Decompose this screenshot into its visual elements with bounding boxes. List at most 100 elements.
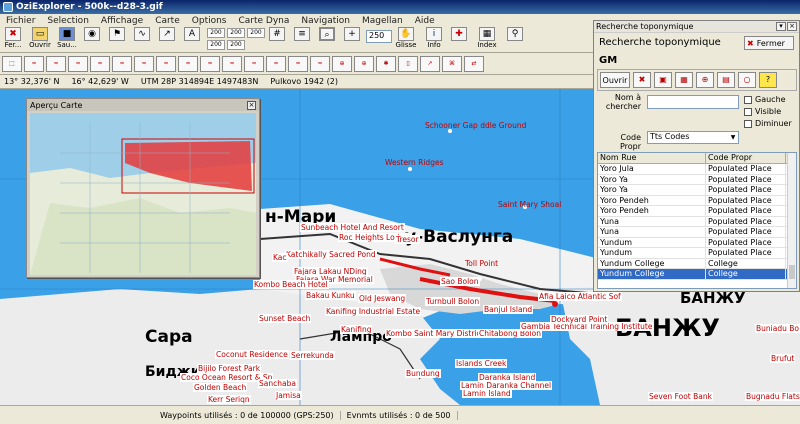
- tool-icon-18[interactable]: ✱: [376, 55, 396, 72]
- map-label[interactable]: Banjul Island: [483, 305, 534, 314]
- menu-selection[interactable]: Selection: [47, 16, 88, 26]
- map-label[interactable]: Saint Mary Shoal: [498, 200, 561, 209]
- code-select[interactable]: Tts Codes ▼: [647, 131, 739, 144]
- name-search-input[interactable]: [647, 95, 739, 109]
- tool-icon-22[interactable]: ⇄: [464, 55, 484, 72]
- help-icon[interactable]: ?: [759, 72, 777, 88]
- tool-icon-13[interactable]: ≈: [266, 55, 286, 72]
- tool-icon-9[interactable]: ≈: [178, 55, 198, 72]
- menu-affichage[interactable]: Affichage: [101, 16, 143, 26]
- track-tool-button[interactable]: ∿: [131, 27, 153, 41]
- event-tool-button[interactable]: ⚑: [106, 27, 128, 41]
- table-row[interactable]: Yoro Pendeh Populated Place: [598, 206, 796, 217]
- table-row[interactable]: Yundum Populated Place: [598, 248, 796, 259]
- panel-open-button[interactable]: Ouvrir: [600, 72, 630, 88]
- place-search-panel[interactable]: Recherche toponymique ▾ × Recherche topo…: [593, 20, 800, 292]
- tool-icon-3[interactable]: ≈: [46, 55, 66, 72]
- table-row[interactable]: Yoro Ya Populated Place: [598, 185, 796, 196]
- column-header-code[interactable]: Code Propr: [706, 153, 786, 163]
- tool-icon-4[interactable]: ≈: [68, 55, 88, 72]
- panel-minimize-icon[interactable]: ▾: [776, 22, 786, 31]
- tool-icon-14[interactable]: ≈: [288, 55, 308, 72]
- menu-options[interactable]: Options: [192, 16, 227, 26]
- map-label[interactable]: Dockyard Point: [550, 315, 609, 324]
- target-icon[interactable]: ⊕: [696, 72, 714, 88]
- table-row[interactable]: Yoro Pendeh Populated Place: [598, 195, 796, 206]
- map-icon[interactable]: ▤: [717, 72, 735, 88]
- circle-icon[interactable]: ○: [738, 72, 756, 88]
- visible-checkbox[interactable]: Visible: [744, 107, 781, 116]
- reduce-checkbox[interactable]: Diminuer: [744, 119, 792, 128]
- name-tool-button[interactable]: A: [181, 27, 203, 41]
- map-label[interactable]: Old Jeswang: [358, 294, 407, 303]
- map-label[interactable]: Jamisa: [275, 391, 302, 400]
- overview-window[interactable]: Aperçu Carte ×: [26, 98, 260, 278]
- layers-button[interactable]: ≡: [291, 27, 313, 41]
- table-row[interactable]: Yundum Populated Place: [598, 237, 796, 248]
- map-label[interactable]: Bijilo Forest Park: [197, 364, 262, 373]
- map-label[interactable]: Afia Laico Atlantic Sof: [538, 292, 622, 301]
- map-label[interactable]: Buniadu Bo: [755, 324, 800, 333]
- image-icon[interactable]: ▣: [654, 72, 672, 88]
- left-checkbox[interactable]: Gauche: [744, 95, 786, 104]
- tool-icon-15[interactable]: ≈: [310, 55, 330, 72]
- table-row[interactable]: Yundum College College: [598, 258, 796, 269]
- tool-icon-7[interactable]: ≈: [134, 55, 154, 72]
- zoom-preset-1[interactable]: 200: [207, 28, 225, 38]
- table-row[interactable]: Yoro Ya Populated Place: [598, 174, 796, 185]
- grid-toggle-button[interactable]: #: [266, 27, 288, 41]
- panel-close-button[interactable]: ✖ Fermer: [744, 36, 794, 50]
- map-label[interactable]: Turnbull Bolon: [425, 297, 481, 306]
- zoom-tool-button[interactable]: ⌕: [316, 27, 338, 41]
- zoom-preset-2[interactable]: 200: [227, 28, 245, 38]
- map-label[interactable]: Bakau Kunku: [305, 291, 356, 300]
- map-label[interactable]: Sunset Beach: [258, 314, 312, 323]
- map-label[interactable]: Brufut: [770, 354, 796, 363]
- menu-fichier[interactable]: Fichier: [6, 16, 35, 26]
- map-label[interactable]: Bundung: [405, 369, 441, 378]
- open-button[interactable]: ▭ Ouvrir: [27, 27, 53, 49]
- scrollbar-thumb[interactable]: [789, 265, 795, 279]
- tool-icon-11[interactable]: ≈: [222, 55, 242, 72]
- save-button[interactable]: ■ Sau...: [56, 27, 78, 49]
- map-label[interactable]: Toll Point: [465, 259, 498, 268]
- menu-navigation[interactable]: Navigation: [301, 16, 350, 26]
- tool-icon-16[interactable]: ⊕: [332, 55, 352, 72]
- map-label[interactable]: Islands Creek: [455, 359, 508, 368]
- menu-carte[interactable]: Carte: [155, 16, 180, 26]
- table-row[interactable]: Yuna Populated Place: [598, 227, 796, 238]
- route-tool-button[interactable]: ↗: [156, 27, 178, 41]
- map-label[interactable]: Seven Foot Bank: [648, 392, 713, 401]
- table-row[interactable]: Yuna Populated Place: [598, 216, 796, 227]
- map-label[interactable]: Schooner Gap ddle Ground: [425, 121, 526, 130]
- menu-aide[interactable]: Aide: [415, 16, 435, 26]
- tool-icon-17[interactable]: ⊕: [354, 55, 374, 72]
- map-label[interactable]: Kanifing Industrial Estate: [325, 307, 422, 316]
- info-button[interactable]: i Info: [423, 27, 445, 49]
- tool-icon-5[interactable]: ≈: [90, 55, 110, 72]
- table-row-selected[interactable]: Yundum College College: [598, 269, 796, 280]
- zoom-level-select[interactable]: 250: [366, 30, 392, 43]
- map-label[interactable]: Coconut Residence: [215, 350, 289, 359]
- map-label[interactable]: Serrekunda: [290, 351, 335, 360]
- map-label[interactable]: Kombo Saint Mary District: [385, 329, 485, 338]
- tool-icon-19[interactable]: ▯: [398, 55, 418, 72]
- pan-button[interactable]: ✋ Glisse: [392, 27, 420, 49]
- select-tool-icon[interactable]: ⬚: [2, 55, 22, 72]
- map-label[interactable]: Western Ridges: [385, 158, 443, 167]
- zoom-preset-5[interactable]: 200: [227, 40, 245, 50]
- close-map-button[interactable]: ✖ Fer...: [2, 27, 24, 49]
- menu-carte-dyna[interactable]: Carte Dyna: [239, 16, 290, 26]
- table-row[interactable]: Yoro Jula Populated Place: [598, 164, 796, 175]
- map-label[interactable]: Lamin Island: [462, 389, 512, 398]
- map-label[interactable]: Kanifing: [340, 325, 373, 334]
- results-table[interactable]: Nom Rue Code Propr Yoro Jula Populated Pl…: [597, 152, 797, 289]
- tool-icon-12[interactable]: ≈: [244, 55, 264, 72]
- symbol-button[interactable]: ✚: [448, 27, 470, 41]
- tool-icon-21[interactable]: ⌘: [442, 55, 462, 72]
- map-label[interactable]: Katchikally Sacred Pond: [285, 250, 377, 259]
- map-label[interactable]: Bugnadu Flats: [745, 392, 800, 401]
- panel-close-icon[interactable]: ×: [787, 22, 797, 31]
- tool-icon-2[interactable]: ≈: [24, 55, 44, 72]
- overview-close-icon[interactable]: ×: [247, 100, 256, 110]
